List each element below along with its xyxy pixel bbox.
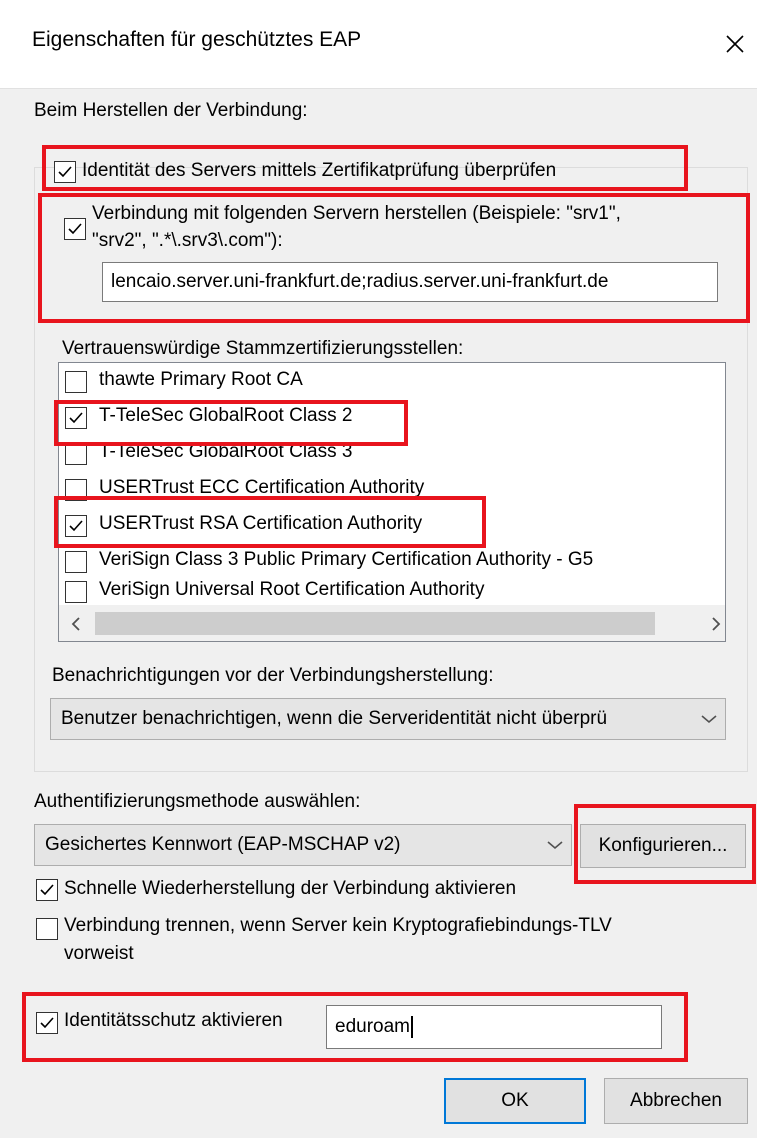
list-item[interactable]: USERTrust ECC Certification Authority [59, 473, 687, 507]
ca-checkbox[interactable] [65, 551, 87, 573]
title-bar: Eigenschaften für geschütztes EAP [0, 0, 757, 88]
verify-server-checkbox[interactable] [54, 161, 76, 183]
ca-name: USERTrust RSA Certification Authority [99, 513, 423, 534]
auth-method-label: Authentifizierungsmethode auswählen: [34, 791, 361, 812]
chevron-down-icon [701, 715, 717, 724]
auth-method-value: Gesichertes Kennwort (EAP-MSCHAP v2) [45, 834, 401, 855]
ca-checkbox[interactable] [65, 515, 87, 537]
horizontal-scrollbar[interactable] [59, 605, 725, 641]
anonymous-identity-value: eduroam [335, 1016, 410, 1037]
list-item[interactable]: T-TeleSec GlobalRoot Class 2 [59, 401, 687, 435]
list-item[interactable]: thawte Primary Root CA [59, 365, 687, 399]
identity-privacy-label: Identitätsschutz aktivieren [64, 1010, 283, 1031]
connect-servers-label-line2: "srv2", ".*\.srv3\.com"): [92, 230, 283, 251]
notifications-value: Benutzer benachrichtigen, wenn die Serve… [61, 708, 608, 729]
close-button[interactable] [712, 14, 757, 74]
verify-server-label: Identität des Servers mittels Zertifikat… [82, 160, 557, 181]
ca-name: VeriSign Universal Root Certification Au… [99, 579, 485, 600]
ca-checkbox[interactable] [65, 479, 87, 501]
ca-checkbox[interactable] [65, 371, 87, 393]
chevron-left-icon [71, 617, 80, 631]
ca-name: thawte Primary Root CA [99, 369, 303, 390]
disconnect-tlv-checkbox[interactable] [36, 918, 58, 940]
ca-checkbox[interactable] [65, 407, 87, 429]
disconnect-tlv-label-line2: vorweist [64, 943, 134, 964]
anonymous-identity-input[interactable]: eduroam [326, 1005, 662, 1049]
checkmark-icon [40, 884, 54, 896]
root-ca-label: Vertrauenswürdige Stammzertifizierungsst… [62, 338, 464, 359]
notifications-select[interactable]: Benutzer benachrichtigen, wenn die Serve… [50, 698, 726, 740]
notifications-label: Benachrichtigungen vor der Verbindungshe… [52, 665, 494, 686]
root-ca-list[interactable]: thawte Primary Root CA T-TeleSec GlobalR… [58, 362, 726, 642]
horizontal-scroll-thumb[interactable] [95, 612, 655, 635]
ca-name: T-TeleSec GlobalRoot Class 3 [99, 441, 353, 462]
checkmark-icon [68, 223, 82, 235]
cancel-button[interactable]: Abbrechen [604, 1078, 748, 1124]
checkmark-icon [58, 166, 72, 178]
ca-name: T-TeleSec GlobalRoot Class 2 [99, 405, 353, 426]
close-icon [725, 35, 744, 53]
title-divider [0, 88, 757, 89]
checkmark-icon [69, 412, 83, 424]
connect-servers-label-line1: Verbindung mit folgenden Servern herstel… [92, 203, 621, 224]
servers-input[interactable]: lencaio.server.uni-frankfurt.de;radius.s… [102, 262, 718, 302]
chevron-down-icon [547, 841, 563, 850]
checkmark-icon [69, 520, 83, 532]
connection-heading: Beim Herstellen der Verbindung: [34, 100, 308, 121]
configure-button[interactable]: Konfigurieren... [580, 824, 746, 868]
dialog-title: Eigenschaften für geschütztes EAP [32, 28, 362, 51]
fast-reconnect-checkbox[interactable] [36, 879, 58, 901]
list-item[interactable]: USERTrust RSA Certification Authority [59, 509, 687, 543]
text-caret [411, 1016, 413, 1038]
ca-name: VeriSign Class 3 Public Primary Certific… [99, 549, 594, 570]
identity-privacy-checkbox[interactable] [36, 1012, 58, 1034]
disconnect-tlv-label-line1: Verbindung trennen, wenn Server kein Kry… [64, 915, 612, 936]
ca-checkbox[interactable] [65, 443, 87, 465]
list-item[interactable]: VeriSign Universal Root Certification Au… [59, 575, 687, 609]
checkmark-icon [40, 1017, 54, 1029]
auth-method-select[interactable]: Gesichertes Kennwort (EAP-MSCHAP v2) [34, 824, 572, 866]
chevron-right-icon [712, 617, 721, 631]
ca-name: USERTrust ECC Certification Authority [99, 477, 425, 498]
list-item[interactable]: T-TeleSec GlobalRoot Class 3 [59, 437, 687, 471]
fast-reconnect-label: Schnelle Wiederherstellung der Verbindun… [64, 878, 517, 899]
ok-button[interactable]: OK [444, 1078, 586, 1124]
ca-checkbox[interactable] [65, 581, 87, 603]
connect-servers-checkbox[interactable] [64, 218, 86, 240]
list-item[interactable]: VeriSign Class 3 Public Primary Certific… [59, 545, 687, 579]
